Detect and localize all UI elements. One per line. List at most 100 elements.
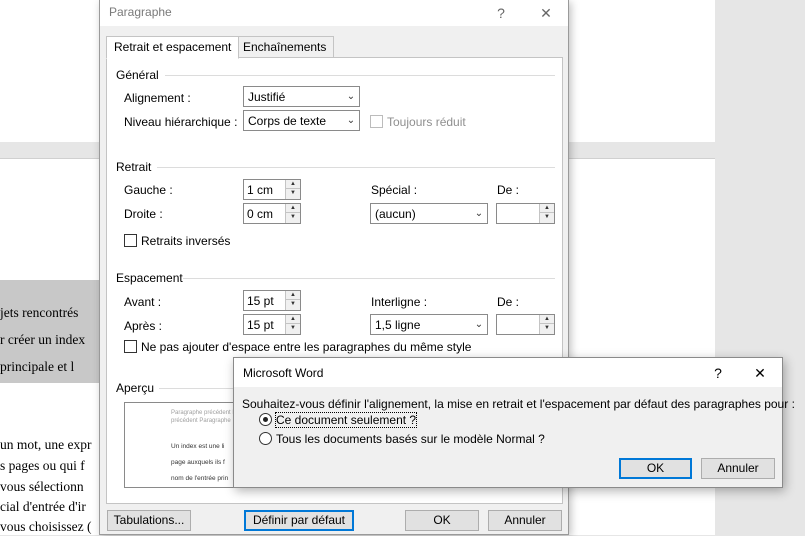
alignment-select[interactable]: Justifié ⌄ [243, 86, 360, 107]
collapsed-label: Toujours réduit [387, 115, 466, 129]
spin-up-icon[interactable]: ▲ [286, 291, 300, 300]
prompt-titlebar[interactable]: Microsoft Word ? ✕ [234, 358, 782, 387]
at-label: De : [497, 295, 520, 309]
spin-down-icon[interactable]: ▼ [286, 213, 300, 222]
chevron-down-icon: ⌄ [342, 111, 359, 130]
spin-down-icon[interactable]: ▼ [540, 324, 554, 333]
right-indent-value: 0 cm [247, 207, 274, 221]
spin-down-icon[interactable]: ▼ [286, 324, 300, 333]
this-document-label: Ce document seulement ? [274, 412, 418, 428]
spin-buttons[interactable]: ▲ ▼ [539, 315, 554, 334]
left-indent-label: Gauche : [124, 183, 173, 197]
help-button[interactable]: ? [490, 3, 512, 23]
document-text-line: jets rencontrés [0, 305, 79, 320]
line-spacing-select[interactable]: 1,5 ligne ⌄ [370, 314, 488, 335]
all-documents-radio[interactable] [259, 432, 272, 445]
document-text-line: cial d'entrée d'ir [0, 499, 86, 514]
spin-up-icon[interactable]: ▲ [286, 315, 300, 324]
help-button[interactable]: ? [707, 363, 729, 383]
by-label: De : [497, 183, 520, 197]
tab-indent-spacing[interactable]: Retrait et espacement [106, 36, 240, 59]
alignment-label: Alignement : [124, 91, 191, 105]
dialog-titlebar[interactable]: Paragraphe ? ✕ [100, 0, 568, 26]
radio-selected-dot [263, 417, 268, 422]
spin-down-icon[interactable]: ▼ [286, 300, 300, 309]
spin-buttons[interactable]: ▲ ▼ [285, 315, 300, 334]
right-indent-field[interactable]: 0 cm ▲ ▼ [243, 203, 301, 224]
document-text-line: principale et l [0, 359, 75, 374]
line-spacing-label: Interligne : [371, 295, 428, 309]
preview-previous-text: précédent Paragraphe [171, 418, 231, 424]
this-document-radio[interactable] [259, 413, 272, 426]
spin-down-icon[interactable]: ▼ [540, 213, 554, 222]
document-text-line: un mot, une expr [0, 437, 92, 452]
document-text-line: s pages ou qui f [0, 458, 85, 473]
cancel-button[interactable]: Annuler [488, 510, 562, 531]
set-default-button[interactable]: Définir par défaut [244, 510, 354, 531]
space-before-value: 15 pt [247, 294, 274, 308]
indent-heading: Retrait [116, 160, 152, 174]
chevron-down-icon: ⌄ [470, 204, 487, 223]
outline-level-value: Corps de texte [248, 114, 327, 128]
right-indent-label: Droite : [124, 207, 163, 221]
spin-up-icon[interactable]: ▲ [540, 204, 554, 213]
dialog-title: Paragraphe [109, 5, 172, 19]
preview-text: Un index est une li [171, 443, 225, 450]
space-after-field[interactable]: 15 pt ▲ ▼ [243, 314, 301, 335]
preview-heading: Aperçu [116, 381, 155, 395]
close-button[interactable]: ✕ [535, 3, 557, 23]
special-select[interactable]: (aucun) ⌄ [370, 203, 488, 224]
space-before-label: Avant : [124, 295, 162, 309]
line-spacing-value: 1,5 ligne [375, 318, 421, 332]
left-indent-value: 1 cm [247, 183, 274, 197]
spin-buttons[interactable]: ▲ ▼ [285, 180, 300, 199]
spin-up-icon[interactable]: ▲ [286, 180, 300, 189]
ok-button[interactable]: OK [405, 510, 479, 531]
no-space-label: Ne pas ajouter d'espace entre les paragr… [141, 340, 472, 354]
tab-line-page-breaks[interactable]: Enchaînements [235, 36, 335, 58]
document-text-line: r créer un index [0, 332, 86, 347]
mirror-indents-label: Retraits inversés [141, 234, 231, 248]
preview-text: nom de l'entrée prin [171, 475, 229, 482]
prompt-cancel-button[interactable]: Annuler [701, 458, 775, 479]
spin-down-icon[interactable]: ▼ [286, 189, 300, 198]
divider [157, 167, 555, 168]
chevron-down-icon: ⌄ [342, 87, 359, 106]
spin-buttons[interactable]: ▲ ▼ [285, 291, 300, 310]
prompt-question: Souhaitez-vous définir l'alignement, la … [242, 397, 795, 411]
preview-text: page auxquels ils f [171, 459, 225, 466]
tab-label: Retrait et espacement [114, 40, 232, 54]
special-value: (aucun) [375, 207, 416, 221]
no-space-checkbox[interactable] [124, 340, 137, 353]
space-after-value: 15 pt [247, 318, 274, 332]
special-label: Spécial : [371, 183, 418, 197]
mirror-indents-checkbox[interactable] [124, 234, 137, 247]
spin-up-icon[interactable]: ▲ [286, 204, 300, 213]
space-after-label: Après : [124, 319, 163, 333]
word-prompt-dialog: Microsoft Word ? ✕ Souhaitez-vous défini… [233, 357, 795, 488]
general-heading: Général [116, 68, 159, 82]
alignment-value: Justifié [248, 90, 286, 104]
spin-up-icon[interactable]: ▲ [540, 315, 554, 324]
spin-buttons[interactable]: ▲ ▼ [285, 204, 300, 223]
divider [183, 278, 555, 279]
document-text-line: vous choisissez ( [0, 519, 92, 534]
by-field[interactable]: ▲ ▼ [496, 203, 555, 224]
tab-label: Enchaînements [243, 40, 327, 54]
outline-level-label: Niveau hiérarchique : [124, 115, 238, 129]
document-text-line: vous sélectionn [0, 479, 84, 494]
all-documents-label: Tous les documents basés sur le modèle N… [276, 432, 545, 446]
collapsed-checkbox[interactable] [370, 115, 383, 128]
spacing-heading: Espacement [116, 271, 183, 285]
space-before-field[interactable]: 15 pt ▲ ▼ [243, 290, 301, 311]
spin-buttons[interactable]: ▲ ▼ [539, 204, 554, 223]
prompt-ok-button[interactable]: OK [619, 458, 692, 479]
divider [165, 75, 555, 76]
chevron-down-icon: ⌄ [470, 315, 487, 334]
outline-level-select[interactable]: Corps de texte ⌄ [243, 110, 360, 131]
prompt-title: Microsoft Word [243, 366, 324, 380]
at-field[interactable]: ▲ ▼ [496, 314, 555, 335]
tabs-button[interactable]: Tabulations... [107, 510, 191, 531]
close-button[interactable]: ✕ [749, 363, 771, 383]
left-indent-field[interactable]: 1 cm ▲ ▼ [243, 179, 301, 200]
